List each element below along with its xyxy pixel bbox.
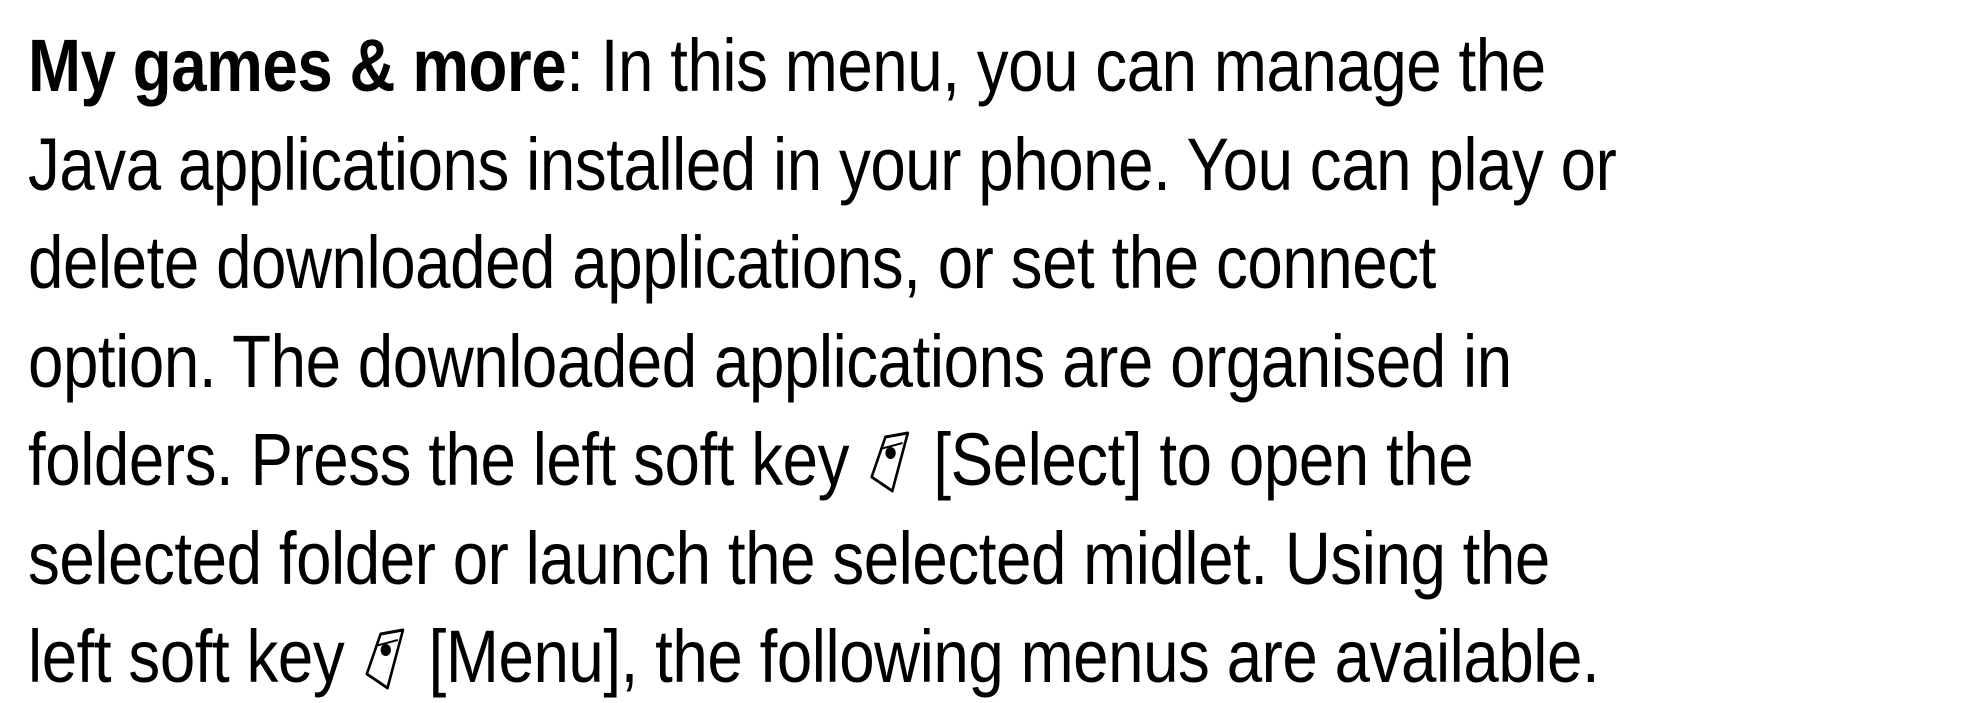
paragraph-line-5: folders. Press the left soft key [Select…: [28, 416, 1474, 504]
line-1-text: : In this menu, you can manage the: [566, 24, 1546, 107]
section-heading: My games & more: [28, 24, 567, 107]
paragraph-line-1: My games & more: In this menu, you can m…: [28, 22, 1546, 110]
line-7-text-after: [Menu], the following menus are availabl…: [411, 615, 1600, 698]
line-5-text-before: folders. Press the left soft key: [28, 418, 867, 501]
paragraph-line-6: selected folder or launch the selected m…: [28, 517, 1550, 600]
line-5-text-after: [Select] to open the: [916, 418, 1474, 501]
paragraph-line-3: delete downloaded applications, or set t…: [28, 221, 1436, 304]
line-7-text-before: left soft key: [28, 615, 362, 698]
paragraph-line-7: left soft key [Menu], the following menu…: [28, 613, 1600, 701]
document-page: My games & more: In this menu, you can m…: [0, 0, 1986, 703]
left-soft-key-icon: [363, 626, 408, 692]
left-soft-key-icon: [868, 429, 913, 495]
paragraph-line-4: option. The downloaded applications are …: [28, 320, 1512, 403]
paragraph-line-2: Java applications installed in your phon…: [28, 123, 1617, 206]
